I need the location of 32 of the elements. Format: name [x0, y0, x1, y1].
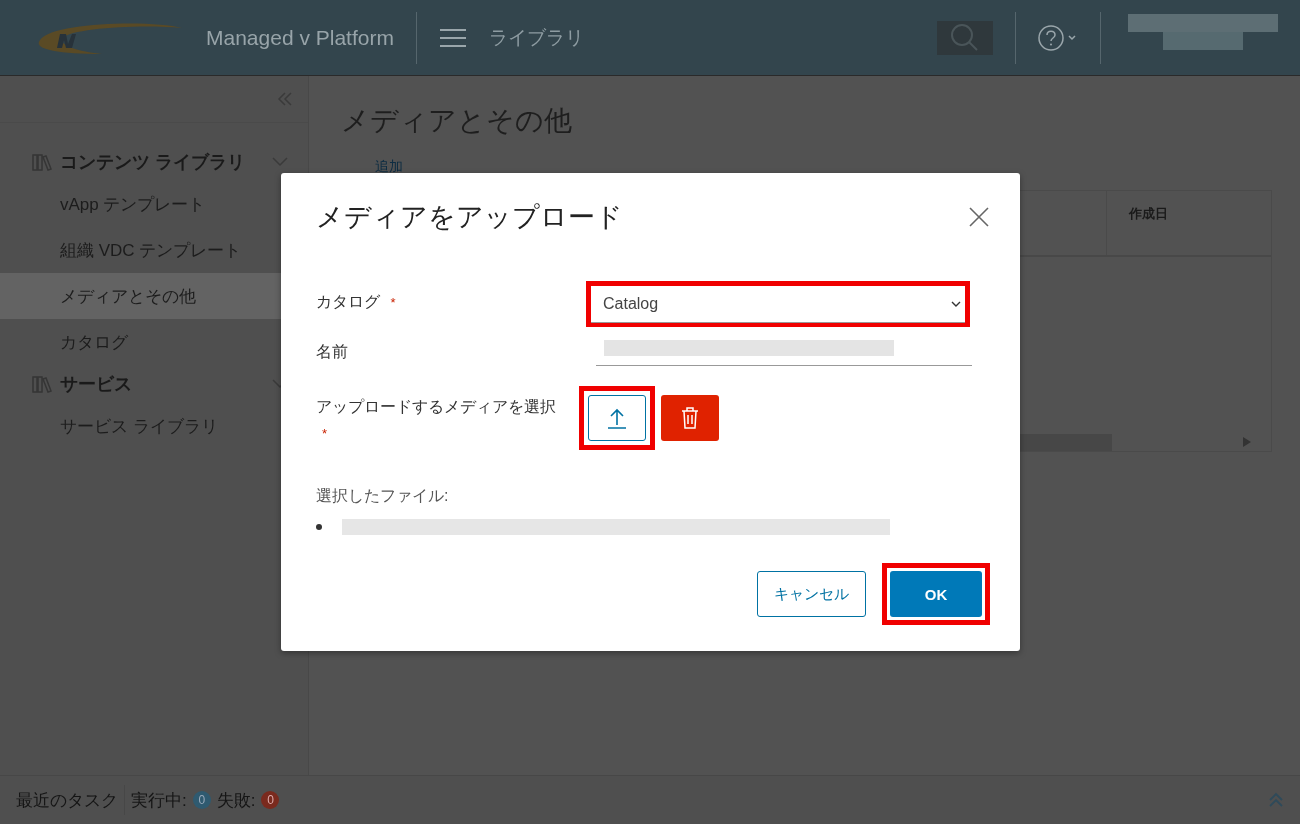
field-label: アップロードするメディアを選択 [316, 398, 556, 415]
upload-button[interactable] [588, 395, 646, 441]
column-header[interactable]: 作成日 [1106, 191, 1239, 255]
selected-files-label: 選択したファイル: [316, 486, 450, 506]
search-icon [950, 22, 980, 53]
books-icon [32, 153, 52, 171]
field-label: 名前 [316, 343, 348, 360]
help-menu-icon[interactable] [1038, 24, 1078, 51]
trash-icon [681, 407, 699, 429]
close-button[interactable] [968, 206, 990, 228]
dialog-title: メディアをアップロード [316, 201, 623, 234]
running-label: 実行中: [131, 789, 187, 812]
upload-icon [607, 407, 627, 429]
failed-label: 失敗: [216, 789, 256, 812]
field-label: カタログ [316, 293, 380, 310]
scroll-right-arrow-icon[interactable] [1243, 437, 1251, 447]
recent-tasks-label[interactable]: 最近のタスク [16, 788, 118, 812]
bullet-icon [316, 524, 322, 530]
menu-icon[interactable] [438, 26, 467, 49]
brand-title: Managed v Platform [206, 25, 394, 50]
delete-button[interactable] [661, 395, 719, 441]
failed-count: 0 [261, 791, 280, 809]
ok-button[interactable]: OK [890, 571, 982, 617]
required-asterisk: * [322, 426, 328, 441]
books-icon [32, 375, 52, 393]
section-title: ライブラリ [488, 25, 584, 50]
caret-icon [951, 299, 961, 308]
required-asterisk: * [390, 295, 396, 310]
running-count: 0 [192, 791, 211, 809]
add-link[interactable]: 追加 [375, 158, 1300, 176]
cancel-button[interactable]: キャンセル [757, 571, 866, 617]
catalog-select[interactable]: Catalog [591, 285, 965, 323]
